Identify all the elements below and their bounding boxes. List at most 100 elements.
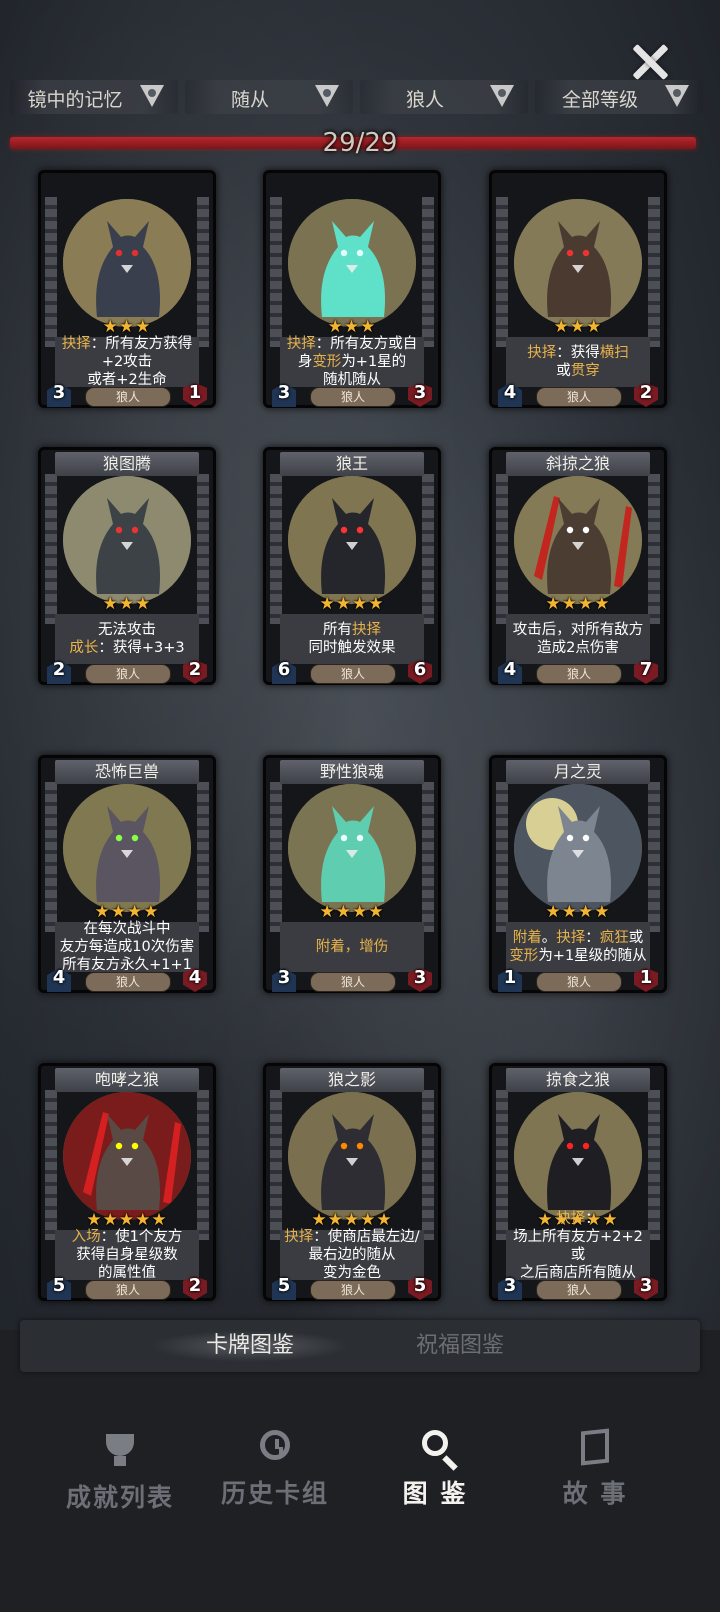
card-portrait (514, 784, 642, 912)
tab-blessing-codex[interactable]: 祝福图鉴 (360, 1330, 560, 1362)
bottom-nav: 成就列表 历史卡组 图 鉴 故 事 (0, 1410, 720, 1612)
card-description: 抉择：获得横扫 或贯穿 (506, 337, 650, 387)
card-portrait (288, 199, 416, 327)
card-stats: 3 狼人 3 (266, 967, 438, 992)
card-name: 咆哮之狼 (55, 1068, 199, 1092)
card-tribe: 狼人 (85, 387, 171, 407)
card-stars: ★★★★ (545, 594, 611, 614)
close-icon[interactable] (628, 40, 672, 84)
card-stars: ★★★ (102, 317, 152, 337)
nav-codex[interactable]: 图 鉴 (355, 1430, 515, 1520)
card-stats: 6 狼人 6 (266, 659, 438, 684)
card-stats: 2 狼人 2 (41, 659, 213, 684)
card-tribe: 狼人 (85, 972, 171, 992)
card-description: 所有抉择 同时触发效果 (280, 614, 424, 664)
minion-card[interactable]: ★★★ 抉择：获得横扫 或贯穿 4 狼人 2 (489, 170, 667, 408)
card-name: 斜掠之狼 (506, 452, 650, 476)
card-attack: 4 (503, 659, 517, 680)
minion-card[interactable]: 月之灵 ★★★★ 附着。抉择：疯狂或 变形为+1星级的随从 1 狼人 1 (489, 755, 667, 993)
card-health: 5 (413, 1275, 427, 1296)
nav-label: 故 事 (562, 1479, 628, 1508)
card-stars: ★★★ (327, 317, 377, 337)
card-name: 野性狼魂 (280, 760, 424, 784)
funnel-icon (315, 85, 339, 107)
minion-card[interactable]: ★★★ 抉择：所有友方或自 身变形为+1星的 随机随从 3 狼人 3 (263, 170, 441, 408)
card-description: 抉择：所有友方获得 +2攻击 或者+2生命 (55, 336, 199, 388)
card-portrait (63, 784, 191, 912)
card-portrait (63, 476, 191, 604)
nav-story[interactable]: 故 事 (515, 1428, 675, 1520)
card-health: 1 (639, 967, 653, 988)
book-icon (581, 1428, 609, 1466)
card-attack: 2 (52, 659, 66, 680)
tab-card-codex[interactable]: 卡牌图鉴 (150, 1330, 350, 1362)
card-health: 2 (639, 382, 653, 403)
card-portrait (63, 199, 191, 327)
progress-count: 29/29 (322, 128, 398, 158)
card-tribe: 狼人 (536, 664, 622, 684)
history-icon (260, 1430, 290, 1460)
card-tribe: 狼人 (310, 1280, 396, 1300)
card-attack: 6 (277, 659, 291, 680)
card-portrait (514, 476, 642, 604)
minion-card[interactable]: 咆哮之狼 ★★★★★ 入场：使1个友方 获得自身星级数 的属性值 5 狼人 2 (38, 1063, 216, 1301)
card-stats: 3 狼人 3 (266, 382, 438, 407)
card-attack: 4 (52, 967, 66, 988)
card-attack: 3 (277, 967, 291, 988)
card-tribe: 狼人 (85, 1280, 171, 1300)
card-attack: 3 (503, 1275, 517, 1296)
filter-tribe[interactable]: 狼人 (360, 80, 528, 114)
card-stats: 4 狼人 7 (492, 659, 664, 684)
card-description: 在每次战斗中 友方每造成10次伤害 所有友方永久+1+1 (55, 921, 199, 973)
card-tribe: 狼人 (85, 664, 171, 684)
card-stats: 4 狼人 2 (492, 382, 664, 407)
card-description: 攻击后，对所有敌方 造成2点伤害 (506, 614, 650, 664)
card-stars: ★★★ (553, 317, 603, 337)
card-stats: 5 狼人 5 (266, 1275, 438, 1300)
card-stats: 4 狼人 4 (41, 967, 213, 992)
filter-label: 狼人 (405, 89, 444, 111)
card-portrait (514, 199, 642, 327)
card-description: 附着，增伤 (280, 922, 424, 972)
nav-label: 历史卡组 (220, 1479, 329, 1508)
card-attack: 3 (277, 382, 291, 403)
card-description: 抉择：所有友方或自 身变形为+1星的 随机随从 (280, 336, 424, 388)
minion-card[interactable]: 掠食之狼 ★★★★★ 抉择：场上所有友方+2+2或之后商店所有随从+2+2 3 … (489, 1063, 667, 1301)
card-stars: ★★★★ (319, 902, 385, 922)
minion-card[interactable]: 狼图腾 ★★★ 无法攻击 成长：获得+3+3 2 狼人 2 (38, 447, 216, 685)
card-name: 狼图腾 (55, 452, 199, 476)
card-stars: ★★★★★ (86, 1210, 168, 1230)
funnel-icon (665, 85, 689, 107)
card-portrait (514, 1092, 642, 1220)
minion-card[interactable]: 狼之影 ★★★★★ 抉择：使商店最左边/最右边的随从 变为金色 5 狼人 5 (263, 1063, 441, 1301)
card-description: 入场：使1个友方 获得自身星级数 的属性值 (55, 1229, 199, 1281)
minion-card[interactable]: ★★★ 抉择：所有友方获得 +2攻击 或者+2生命 3 狼人 1 (38, 170, 216, 408)
card-portrait (63, 1092, 191, 1220)
card-name: 月之灵 (506, 760, 650, 784)
minion-card[interactable]: 野性狼魂 ★★★★ 附着，增伤 3 狼人 3 (263, 755, 441, 993)
card-tribe: 狼人 (310, 387, 396, 407)
minion-card[interactable]: 恐怖巨兽 ★★★★ 在每次战斗中 友方每造成10次伤害 所有友方永久+1+1 4 狼… (38, 755, 216, 993)
filter-label: 镜中的记忆 (27, 89, 123, 111)
card-stars: ★★★★★ (311, 1210, 393, 1230)
card-stars: ★★★★ (319, 594, 385, 614)
nav-achievements[interactable]: 成就列表 (40, 1430, 200, 1520)
minion-card[interactable]: 斜掠之狼 ★★★★ 攻击后，对所有敌方 造成2点伤害 4 狼人 7 (489, 447, 667, 685)
nav-history-decks[interactable]: 历史卡组 (195, 1430, 355, 1520)
card-stars: ★★★★ (94, 902, 160, 922)
nav-label: 图 鉴 (402, 1479, 468, 1508)
card-portrait (288, 1092, 416, 1220)
card-tribe: 狼人 (310, 664, 396, 684)
filter-collection[interactable]: 镜中的记忆 (10, 80, 178, 114)
card-description: 附着。抉择：疯狂或 变形为+1星级的随从 (506, 922, 650, 972)
filter-type[interactable]: 随从 (185, 80, 353, 114)
card-description: 抉择：使商店最左边/最右边的随从 变为金色 (280, 1229, 424, 1281)
card-tribe: 狼人 (536, 1280, 622, 1300)
filter-level[interactable]: 全部等级 (535, 80, 703, 114)
card-name: 掠食之狼 (506, 1068, 650, 1092)
nav-label: 成就列表 (65, 1483, 174, 1512)
minion-card[interactable]: 狼王 ★★★★ 所有抉择 同时触发效果 6 狼人 6 (263, 447, 441, 685)
card-portrait (288, 784, 416, 912)
card-tribe: 狼人 (536, 972, 622, 992)
card-description: 抉择：场上所有友方+2+2或之后商店所有随从+2+2 (506, 1211, 650, 1299)
